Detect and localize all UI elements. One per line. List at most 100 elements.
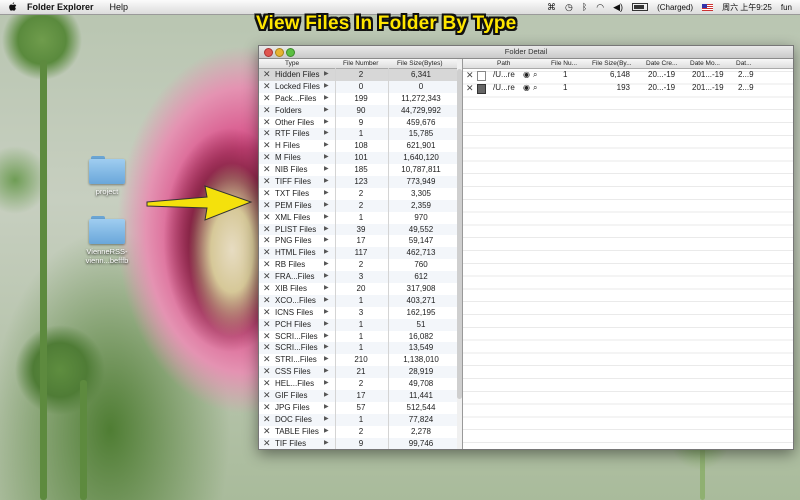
show-files-icon[interactable]: ▶ — [324, 235, 329, 247]
close-button[interactable] — [264, 48, 273, 57]
remove-icon[interactable]: ✕ — [263, 224, 271, 236]
show-files-icon[interactable]: ▶ — [324, 69, 329, 81]
column-header-type[interactable]: Type — [285, 59, 299, 68]
show-files-icon[interactable]: ▶ — [324, 307, 329, 319]
desktop-folder-vienna[interactable]: VienneRSS- vienn...beff​fb — [72, 216, 142, 265]
show-files-icon[interactable]: ▶ — [324, 164, 329, 176]
show-files-icon[interactable]: ▶ — [324, 283, 329, 295]
table-row[interactable]: ✕ STRI...Files ▶ 210 1,138,010 — [259, 354, 457, 366]
show-files-icon[interactable]: ▶ — [324, 224, 329, 236]
eye-icon[interactable]: ◉ — [523, 69, 530, 82]
remove-icon[interactable]: ✕ — [466, 82, 474, 95]
column-header-date-modified[interactable]: Date Mo... — [690, 59, 720, 68]
show-files-icon[interactable]: ▶ — [324, 247, 329, 259]
sync-icon[interactable]: ◷ — [565, 2, 573, 13]
bluetooth-icon[interactable]: ᛒ — [582, 2, 587, 12]
remove-icon[interactable]: ✕ — [263, 390, 271, 402]
zoom-button[interactable] — [286, 48, 295, 57]
apple-icon[interactable] — [8, 2, 17, 12]
app-menu[interactable]: Folder Explorer — [27, 2, 94, 12]
column-header-date[interactable]: Dat... — [736, 59, 752, 68]
user-menu[interactable]: fun — [781, 3, 792, 12]
show-files-icon[interactable]: ▶ — [324, 105, 329, 117]
remove-icon[interactable]: ✕ — [263, 128, 271, 140]
table-row[interactable]: ✕ ICNS Files ▶ 3 162,195 — [259, 307, 457, 319]
table-row[interactable]: ✕ RB Files ▶ 2 760 — [259, 259, 457, 271]
scrollbar-thumb[interactable] — [457, 69, 462, 399]
remove-icon[interactable]: ✕ — [263, 319, 271, 331]
remove-icon[interactable]: ✕ — [466, 69, 474, 82]
remove-icon[interactable]: ✕ — [263, 414, 271, 426]
table-row[interactable]: ✕ Folders ▶ 90 44,729,992 — [259, 104, 457, 117]
remove-icon[interactable]: ✕ — [263, 81, 271, 93]
show-files-icon[interactable]: ▶ — [324, 176, 329, 188]
table-row[interactable]: ✕ XML Files ▶ 1 970 — [259, 212, 457, 224]
remove-icon[interactable]: ✕ — [263, 354, 271, 366]
remove-icon[interactable]: ✕ — [263, 295, 271, 307]
table-row[interactable]: ✕ GIF Files ▶ 17 11,441 — [259, 390, 457, 402]
show-files-icon[interactable]: ▶ — [324, 414, 329, 426]
remove-icon[interactable]: ✕ — [263, 93, 271, 105]
remove-icon[interactable]: ✕ — [263, 259, 271, 271]
show-files-icon[interactable]: ▶ — [324, 212, 329, 224]
show-files-icon[interactable]: ▶ — [324, 378, 329, 390]
table-row[interactable]: ✕ NIB Files ▶ 185 10,787,811 — [259, 164, 457, 176]
show-files-icon[interactable]: ▶ — [324, 259, 329, 271]
column-header-file-number[interactable]: File Nu... — [551, 59, 577, 68]
remove-icon[interactable]: ✕ — [263, 426, 271, 438]
wifi-icon[interactable]: ◠ — [596, 2, 604, 13]
remove-icon[interactable]: ✕ — [263, 342, 271, 354]
input-icon[interactable]: ⌘ — [547, 2, 556, 13]
remove-icon[interactable]: ✕ — [263, 402, 271, 414]
remove-icon[interactable]: ✕ — [263, 438, 271, 449]
remove-icon[interactable]: ✕ — [263, 283, 271, 295]
battery-icon[interactable] — [632, 3, 649, 11]
remove-icon[interactable]: ✕ — [263, 117, 271, 129]
eye-icon[interactable]: ◉ — [523, 82, 530, 95]
table-row[interactable]: ✕ TXT Files ▶ 2 3,305 — [259, 188, 457, 200]
table-row[interactable]: ✕ Hidden Files ▶ 2 6,341 — [259, 69, 457, 81]
magnifier-icon[interactable]: ⌕ — [533, 69, 537, 82]
desktop-folder-project[interactable]: project — [72, 156, 142, 196]
show-files-icon[interactable]: ▶ — [324, 295, 329, 307]
table-row[interactable]: ✕ RTF Files ▶ 1 15,785 — [259, 128, 457, 141]
show-files-icon[interactable]: ▶ — [324, 93, 329, 105]
help-menu[interactable]: Help — [110, 2, 129, 12]
show-files-icon[interactable]: ▶ — [324, 402, 329, 414]
table-row[interactable]: ✕ TIFF Files ▶ 123 773,949 — [259, 176, 457, 188]
table-row[interactable]: ✕ PCH Files ▶ 1 51 — [259, 318, 457, 331]
remove-icon[interactable]: ✕ — [263, 366, 271, 378]
table-row[interactable]: ✕ Pack...Files ▶ 199 11,272,343 — [259, 93, 457, 105]
table-row[interactable]: ✕ HEL...Files ▶ 2 49,708 — [259, 378, 457, 390]
column-header-date-created[interactable]: Date Cre... — [646, 59, 677, 68]
remove-icon[interactable]: ✕ — [263, 271, 271, 283]
show-files-icon[interactable]: ▶ — [324, 354, 329, 366]
table-row[interactable]: ✕ PNG Files ▶ 17 59,147 — [259, 235, 457, 247]
table-row[interactable]: ✕ /U...re ◉ ⌕ 1 193 20...-19 201...-19 2...9 — [463, 82, 793, 95]
table-row[interactable]: ✕ PEM Files ▶ 2 2,359 — [259, 199, 457, 212]
show-files-icon[interactable]: ▶ — [324, 140, 329, 152]
column-header-file-size[interactable]: File Size(Bytes) — [397, 59, 443, 68]
table-row[interactable]: ✕ Locked Files ▶ 0 0 — [259, 80, 457, 93]
table-row[interactable]: ✕ XIB Files ▶ 20 317,908 — [259, 283, 457, 295]
remove-icon[interactable]: ✕ — [263, 307, 271, 319]
show-files-icon[interactable]: ▶ — [324, 271, 329, 283]
column-header-path[interactable]: Path — [497, 59, 510, 68]
remove-icon[interactable]: ✕ — [263, 378, 271, 390]
show-files-icon[interactable]: ▶ — [324, 331, 329, 343]
table-row[interactable]: ✕ XCO...Files ▶ 1 403,271 — [259, 294, 457, 307]
show-files-icon[interactable]: ▶ — [324, 426, 329, 438]
show-files-icon[interactable]: ▶ — [324, 319, 329, 331]
table-row[interactable]: ✕ SCRI...Files ▶ 1 16,082 — [259, 331, 457, 343]
table-row[interactable]: ✕ TABLE Files ▶ 2 2,278 — [259, 426, 457, 438]
show-files-icon[interactable]: ▶ — [324, 200, 329, 212]
table-row[interactable]: ✕ M Files ▶ 101 1,640,120 — [259, 152, 457, 165]
remove-icon[interactable]: ✕ — [263, 235, 271, 247]
minimize-button[interactable] — [275, 48, 284, 57]
remove-icon[interactable]: ✕ — [263, 188, 271, 200]
table-row[interactable]: ✕ HTML Files ▶ 117 462,713 — [259, 247, 457, 260]
table-row[interactable]: ✕ JPG Files ▶ 57 512,544 — [259, 402, 457, 414]
table-row[interactable]: ✕ H Files ▶ 108 621,901 — [259, 140, 457, 152]
show-files-icon[interactable]: ▶ — [324, 438, 329, 449]
remove-icon[interactable]: ✕ — [263, 176, 271, 188]
